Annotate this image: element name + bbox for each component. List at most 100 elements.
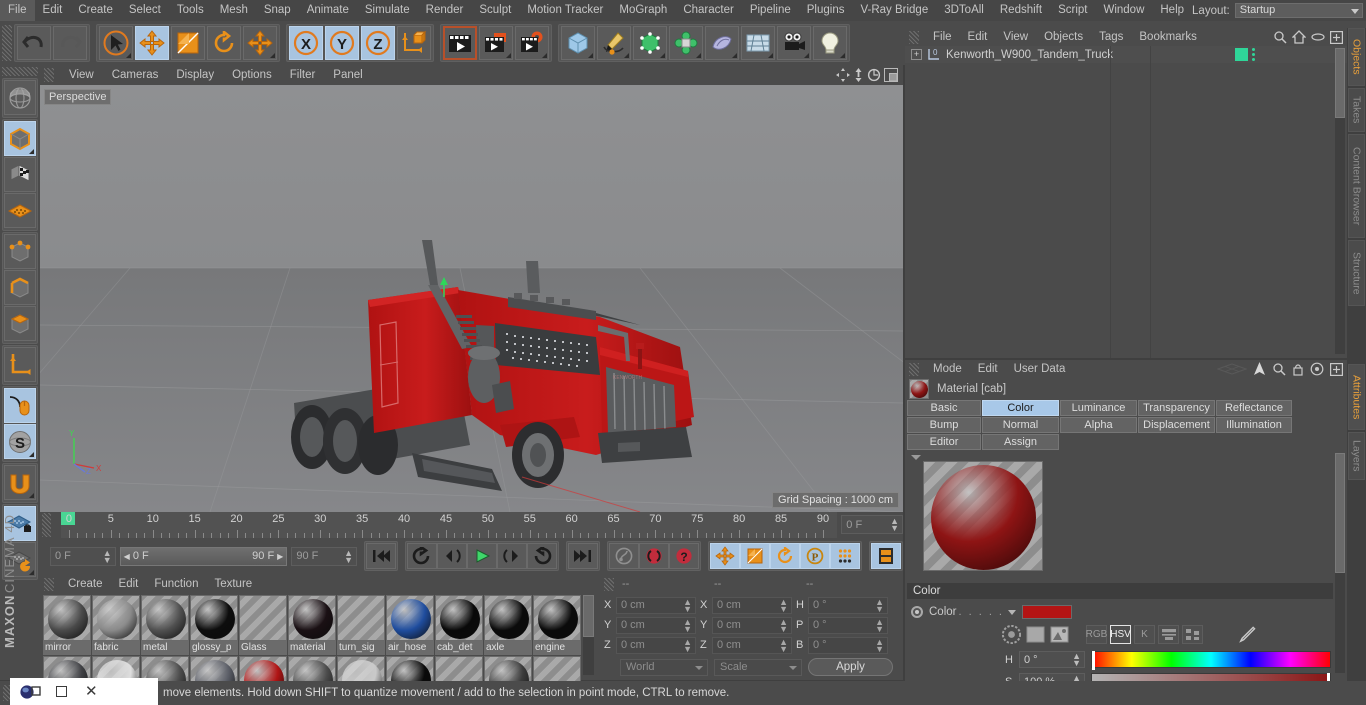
rotation-p-field[interactable]: 0 ° ▲ ▼: [808, 616, 888, 634]
current-frame-field-top[interactable]: 0 F ▲ ▼: [841, 515, 903, 534]
tab-editor[interactable]: Editor: [907, 434, 981, 450]
add-light-button[interactable]: [813, 26, 847, 60]
plane-grid-icon[interactable]: [1217, 362, 1247, 376]
render-settings-button[interactable]: [515, 26, 549, 60]
material-swatch-preview[interactable]: [288, 595, 336, 641]
object-menu-edit[interactable]: Edit: [960, 31, 996, 43]
viewport-menu-cameras[interactable]: Cameras: [103, 69, 168, 81]
range-right-arrow-icon[interactable]: ▶: [277, 552, 283, 561]
menu-sculpt[interactable]: Sculpt: [471, 0, 519, 21]
chevron-down-icon[interactable]: [1008, 609, 1016, 615]
viewport-menu-view[interactable]: View: [60, 69, 103, 81]
material-swatch-cell[interactable]: turn_sig: [337, 595, 385, 655]
range-left-arrow-icon[interactable]: ◀: [124, 552, 130, 561]
enable-snapping-button[interactable]: [4, 465, 36, 500]
menu-help[interactable]: Help: [1152, 0, 1192, 21]
ellipse-icon[interactable]: [1311, 32, 1325, 42]
timeline-ruler[interactable]: 0 5 10 15 20 25 30 35 40 45 50 55 60 65 70 75 80 85 90: [60, 512, 838, 538]
loop-playback-button[interactable]: [526, 543, 557, 569]
menu-tools[interactable]: Tools: [169, 0, 212, 21]
polygons-mode-button[interactable]: [4, 306, 36, 341]
lock-x-axis-button[interactable]: X: [289, 26, 323, 60]
spinner-icon[interactable]: ▲▼: [875, 617, 884, 633]
redo-button[interactable]: [53, 26, 87, 60]
add-scene-object-button[interactable]: [705, 26, 739, 60]
viewport-menu-options[interactable]: Options: [223, 69, 281, 81]
keyframe-scale-button[interactable]: [739, 543, 770, 569]
attr-menu-user-data[interactable]: User Data: [1006, 363, 1074, 375]
maximize-viewport-icon[interactable]: [884, 68, 898, 82]
tag-dots-icon[interactable]: [1252, 48, 1255, 61]
attr-menu-mode[interactable]: Mode: [925, 363, 970, 375]
edges-mode-button[interactable]: [4, 270, 36, 305]
spinner-icon[interactable]: ▲▼: [683, 617, 692, 633]
target-icon[interactable]: [1310, 362, 1324, 376]
menu-window[interactable]: Window: [1095, 0, 1152, 21]
viewport-solo-mouse-button[interactable]: [4, 388, 36, 423]
texture-mode-button[interactable]: [4, 157, 36, 192]
edge-tab-content-browser[interactable]: Content Browser: [1348, 134, 1365, 238]
material-swatch-preview[interactable]: [43, 595, 91, 641]
plus-box-icon[interactable]: [1330, 30, 1343, 44]
object-menu-objects[interactable]: Objects: [1036, 31, 1091, 43]
gradient-square-icon[interactable]: [1025, 625, 1046, 644]
viewport-grip[interactable]: [44, 68, 54, 82]
render-to-picture-viewer-button[interactable]: [479, 26, 513, 60]
menu-vray-bridge[interactable]: V-Ray Bridge: [852, 0, 936, 21]
world-axis-icon-button[interactable]: [4, 80, 36, 115]
lock-icon[interactable]: [1292, 362, 1304, 376]
layout-dropdown[interactable]: Startup: [1234, 3, 1363, 18]
play-reverse-button[interactable]: [406, 543, 437, 569]
search-icon[interactable]: [1273, 30, 1287, 44]
spinner-icon[interactable]: ▲▼: [875, 637, 884, 653]
edge-tab-layers[interactable]: Layers: [1348, 432, 1365, 480]
scale-tool-button[interactable]: [171, 26, 205, 60]
record-keyframe-button[interactable]: [608, 543, 639, 569]
rgb-mode-button[interactable]: RGB: [1086, 625, 1107, 644]
material-swatch-cell[interactable]: air_hose: [386, 595, 434, 655]
keyframe-pla-button[interactable]: [829, 543, 860, 569]
lock-y-axis-button[interactable]: Y: [325, 26, 359, 60]
material-swatch-preview[interactable]: [337, 595, 385, 641]
step-back-button[interactable]: [436, 543, 467, 569]
window-restore-icon[interactable]: [56, 686, 67, 697]
object-manager-scrollbar[interactable]: [1335, 48, 1345, 354]
timeline-grip[interactable]: [42, 513, 51, 537]
material-menu-edit[interactable]: Edit: [111, 578, 147, 590]
kelvin-mode-button[interactable]: K: [1134, 625, 1155, 644]
coordinate-space-dropdown[interactable]: World: [620, 658, 708, 676]
tab-normal[interactable]: Normal: [982, 417, 1059, 433]
rotation-b-field[interactable]: 0 ° ▲ ▼: [808, 636, 888, 654]
swatch-layout-icon[interactable]: [1182, 625, 1203, 644]
search-icon[interactable]: [1272, 362, 1286, 376]
hue-slider[interactable]: [1091, 651, 1331, 670]
orbit-view-icon[interactable]: [867, 68, 881, 82]
attribute-scrollbar[interactable]: [1335, 453, 1345, 673]
menu-motion-tracker[interactable]: Motion Tracker: [519, 0, 611, 21]
undo-button[interactable]: [17, 26, 51, 60]
workplane-mode-button[interactable]: [4, 193, 36, 228]
collapse-triangle-icon[interactable]: [911, 455, 921, 460]
color-radio-icon[interactable]: [911, 606, 923, 618]
tab-color[interactable]: Color: [982, 400, 1059, 416]
tab-basic[interactable]: Basic: [907, 400, 981, 416]
home-icon[interactable]: [1292, 30, 1306, 44]
tab-transparency[interactable]: Transparency: [1138, 400, 1215, 416]
image-picker-icon[interactable]: [1049, 625, 1070, 644]
material-menu-function[interactable]: Function: [146, 578, 206, 590]
lock-z-axis-button[interactable]: Z: [361, 26, 395, 60]
edge-tab-attributes[interactable]: Attributes: [1348, 364, 1365, 430]
coordinate-mode-dropdown[interactable]: Scale: [714, 658, 802, 676]
model-mode-button[interactable]: [4, 121, 36, 156]
toggle-timeline-button[interactable]: [870, 543, 901, 569]
tab-illumination[interactable]: Illumination: [1216, 417, 1292, 433]
plus-box-icon[interactable]: [1330, 362, 1343, 376]
material-swatch-preview[interactable]: [190, 595, 238, 641]
add-generator-button[interactable]: [633, 26, 667, 60]
left-toolbar-grip[interactable]: [2, 67, 38, 76]
viewport-menu-panel[interactable]: Panel: [324, 69, 371, 81]
edge-tab-objects[interactable]: Objects: [1348, 28, 1365, 86]
size-y-field[interactable]: 0 cm ▲ ▼: [712, 616, 792, 634]
object-tree-row[interactable]: + 0 Kenworth_W900_Tandem_Truck: [905, 46, 1347, 63]
points-mode-button[interactable]: [4, 234, 36, 269]
